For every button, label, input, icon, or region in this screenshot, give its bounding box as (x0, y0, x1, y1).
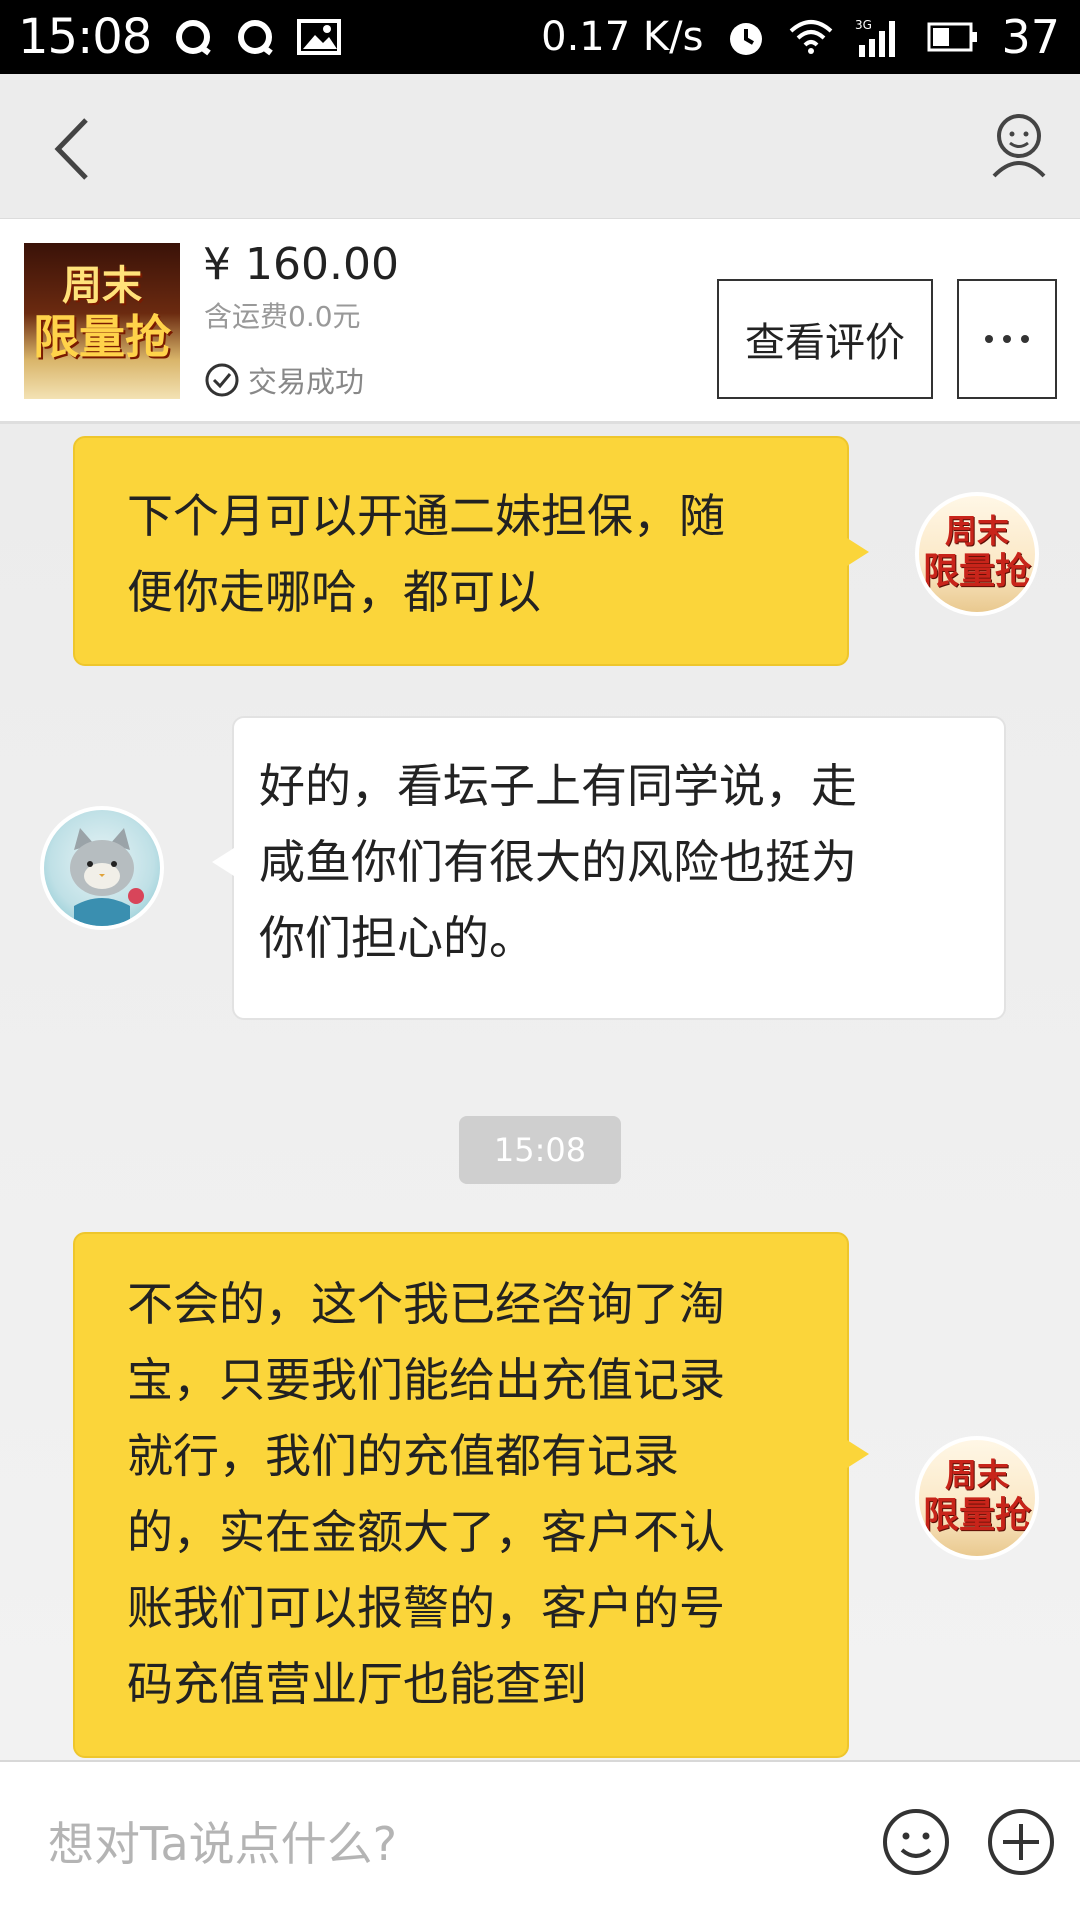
signal-icon: 3G (855, 17, 905, 57)
message-line: 下个月可以开通二妹担保，随 (127, 489, 725, 543)
status-bar: 15:08 0.17 K/s 3G 37 (0, 0, 1080, 74)
more-dot (985, 335, 993, 343)
user-icon (992, 114, 1046, 178)
chevron-left-icon (54, 118, 88, 180)
view-review-button[interactable]: 查看评价 (717, 279, 933, 399)
add-button[interactable] (985, 1806, 1057, 1878)
message-bubble-them[interactable]: 好的，看坛子上有同学说，走 咸鱼你们有很大的风险也挺为 你们担心的。 (212, 716, 1006, 1020)
nav-bar (0, 74, 1080, 219)
chat-timestamp: 15:08 (459, 1116, 621, 1184)
shop-avatar[interactable]: 周末 限量抢 (915, 492, 1039, 616)
message-line: 咸鱼你们有很大的风险也挺为 (259, 835, 857, 889)
more-dot (1003, 335, 1011, 343)
status-time: 15:08 (18, 9, 152, 65)
input-bar (0, 1760, 1080, 1920)
message-line: 不会的，这个我已经咨询了淘 (127, 1277, 725, 1331)
more-dot (1021, 335, 1029, 343)
message-line: 码充值营业厅也能查到 (127, 1657, 587, 1711)
message-line: 你们担心的。 (259, 911, 535, 965)
chat-area[interactable]: 下个月可以开通二妹担保，随 便你走哪哈，都可以 周末 限量抢 好的，看坛子上有同… (0, 424, 1080, 1760)
shop-avatar[interactable]: 周末 限量抢 (915, 1436, 1039, 1560)
message-line: 就行，我们的充值都有记录 (127, 1429, 679, 1483)
battery-level: 37 (1001, 10, 1060, 64)
alarm-icon (725, 16, 767, 58)
message-line: 宝，只要我们能给出充值记录 (127, 1353, 725, 1407)
more-button[interactable] (957, 279, 1057, 399)
back-button[interactable] (46, 114, 106, 184)
qq-icon (235, 17, 275, 57)
message-bubble-me[interactable]: 不会的，这个我已经咨询了淘 宝，只要我们能给出充值记录 就行，我们的充值都有记录… (73, 1232, 869, 1758)
avatar-line2: 限量抢 (922, 1494, 1031, 1536)
product-price: ¥ 160.00 (203, 239, 399, 290)
image-icon (297, 19, 342, 55)
message-line: 好的，看坛子上有同学说，走 (259, 759, 857, 813)
message-line: 的，实在金额大了，客户不认 (127, 1505, 725, 1559)
product-thumbnail[interactable]: 周末 限量抢 (24, 243, 180, 399)
network-speed: 0.17 K/s (541, 14, 704, 60)
product-bar: 周末 限量抢 ¥ 160.00 含运费0.0元 交易成功 查看评价 (0, 219, 1080, 424)
profile-button[interactable] (990, 112, 1048, 178)
message-line: 便你走哪哈，都可以 (127, 565, 541, 619)
battery-icon (927, 22, 979, 52)
qq-icon (173, 17, 213, 57)
wifi-icon (789, 19, 833, 55)
thumb-line2: 限量抢 (33, 310, 171, 364)
smiley-icon (883, 1809, 949, 1875)
message-input[interactable] (48, 1806, 828, 1882)
message-line: 账我们可以报警的，客户的号 (127, 1581, 725, 1635)
message-bubble-me[interactable]: 下个月可以开通二妹担保，随 便你走哪哈，都可以 (73, 436, 869, 666)
network-type: 3G (855, 18, 872, 32)
shipping-info: 含运费0.0元 (204, 300, 361, 333)
trade-status: 交易成功 (204, 359, 364, 401)
buyer-avatar[interactable] (40, 806, 164, 930)
trade-status-text: 交易成功 (248, 365, 365, 399)
cat-avatar-icon (70, 828, 144, 926)
emoji-button[interactable] (880, 1806, 952, 1878)
avatar-line2: 限量抢 (922, 550, 1031, 592)
check-circle-icon (205, 363, 239, 397)
plus-circle-icon (988, 1809, 1054, 1875)
